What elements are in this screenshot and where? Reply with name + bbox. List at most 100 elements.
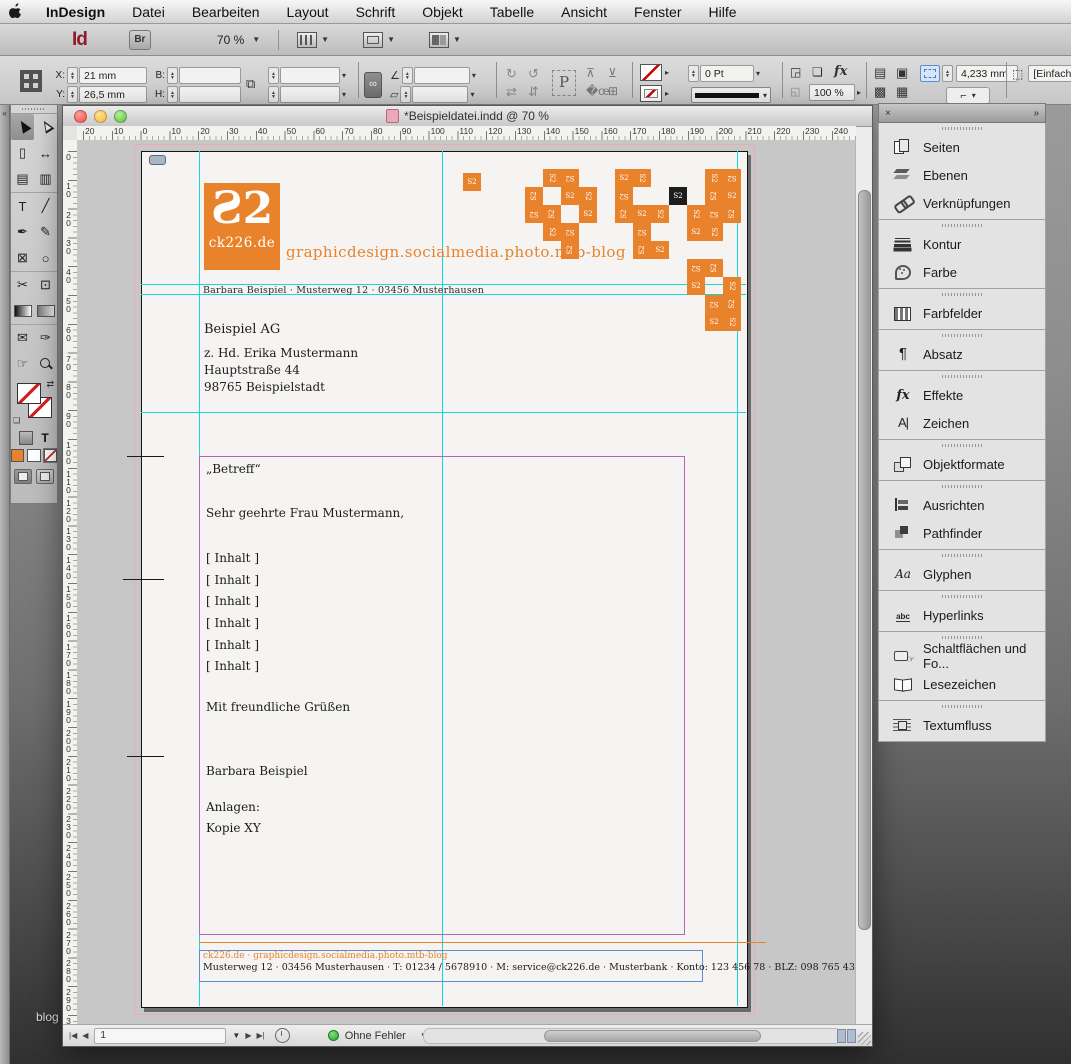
window-resize-grip[interactable] [858, 1032, 871, 1045]
center-content-button[interactable]: P [552, 70, 576, 96]
panel-item-pages[interactable]: Seiten [879, 133, 1045, 161]
stepper-icon[interactable]: ▲▼ [942, 65, 953, 82]
collapse-left-icon[interactable]: « [0, 105, 9, 118]
stroke-swatch-control[interactable]: ▸ [640, 85, 669, 102]
direct-selection-tool[interactable] [34, 114, 57, 140]
fit-frame-to-content-icon[interactable]: ⊻ [608, 66, 617, 80]
opacity-field[interactable]: 100 % ▸ [808, 84, 861, 101]
panel-item-swatches[interactable]: Farbfelder [879, 299, 1045, 327]
pen-tool[interactable]: ✒ [11, 219, 34, 245]
gradient-tool[interactable] [11, 298, 34, 324]
constrain-proportions-icon[interactable]: ⧉ [246, 76, 255, 92]
rotation-angle-field[interactable]: ∠ ▲▼ ▾ [390, 67, 476, 84]
flip-vertical-icon[interactable]: ⇵ [528, 84, 539, 100]
effects-icon[interactable]: fx [834, 64, 847, 79]
x-value[interactable]: 21 mm [79, 67, 147, 84]
corner-size-value[interactable]: 4,233 mm [956, 65, 1018, 82]
stepper-icon[interactable]: ▲▼ [67, 86, 78, 103]
menu-item-datei[interactable]: Datei [132, 4, 165, 20]
drop-shadow-icon[interactable]: ❏ [812, 65, 823, 79]
panel-group-grip[interactable] [879, 289, 1045, 299]
panel-item-character[interactable]: Zeichen [879, 409, 1045, 437]
bridge-button[interactable]: Br [129, 30, 151, 50]
panel-item-color[interactable]: Farbe [879, 258, 1045, 286]
stepper-icon[interactable]: ▲▼ [400, 86, 411, 103]
width-value[interactable] [179, 67, 241, 84]
fit-content-proportionally-icon[interactable]: ⊼ [586, 66, 595, 80]
corner-shape-dropdown[interactable]: ⌐ ▾ [946, 87, 990, 104]
gradient-feather-tool[interactable] [34, 298, 57, 324]
height-value[interactable] [179, 86, 241, 103]
wrap-bounding-box-icon[interactable]: ▣ [896, 65, 908, 81]
x-position-field[interactable]: X: ▲▼ 21 mm [52, 67, 147, 84]
panel-group-grip[interactable] [879, 440, 1045, 450]
stepper-icon[interactable]: ▲▼ [688, 65, 699, 82]
panel-item-effects[interactable]: Effekte [879, 381, 1045, 409]
fill-swatch-control[interactable]: ▸ [640, 64, 669, 81]
menu-item-tabelle[interactable]: Tabelle [490, 4, 534, 20]
height-field[interactable]: H: ▲▼ [152, 86, 241, 103]
stepper-icon[interactable]: ▲▼ [268, 67, 279, 84]
content-placer-tool[interactable]: ▥ [34, 166, 57, 192]
note-tool[interactable]: ✉ [11, 325, 34, 351]
stepper-icon[interactable]: ▲▼ [167, 86, 178, 103]
wrap-jump-icon[interactable]: ▦ [896, 84, 908, 100]
stroke-style-dropdown[interactable]: ▾ [691, 87, 771, 103]
default-fill-stroke-icon[interactable]: ❏ [13, 416, 20, 425]
dock-close-icon[interactable]: × [885, 108, 891, 119]
y-value[interactable]: 26,5 mm [79, 86, 147, 103]
wrap-off-icon[interactable]: ▤ [874, 65, 886, 81]
zoom-level-dropdown[interactable]: 70 % ▼ [217, 33, 260, 47]
ellipse-tool[interactable]: ○ [34, 245, 57, 271]
next-page-icon[interactable]: ▶ [245, 1031, 251, 1040]
content-collector-tool[interactable]: ▤ [11, 166, 34, 192]
opacity-value[interactable]: 100 % [809, 84, 855, 101]
type-tool[interactable]: T [11, 193, 34, 219]
panel-item-bookmarks[interactable]: Lesezeichen [879, 670, 1045, 698]
panel-item-links[interactable]: Verknüpfungen [879, 189, 1045, 217]
normal-view-button[interactable] [14, 469, 32, 484]
apply-gradient-button[interactable] [27, 449, 40, 462]
panel-item-hyperlinks[interactable]: Hyperlinks [879, 601, 1045, 629]
menu-item-fenster[interactable]: Fenster [634, 4, 681, 20]
previous-page-icon[interactable]: ◀ [82, 1031, 88, 1040]
shear-angle-value[interactable] [412, 86, 468, 103]
panel-group-grip[interactable] [879, 591, 1045, 601]
line-tool[interactable]: ╱ [34, 193, 57, 219]
first-page-icon[interactable]: |◀ [69, 1031, 77, 1040]
rotation-angle-value[interactable] [414, 67, 470, 84]
panel-item-buttons[interactable]: Schaltflächen und Fo... [879, 642, 1045, 670]
panel-group-grip[interactable] [879, 123, 1045, 133]
swap-fill-stroke-icon[interactable]: ⇄ [46, 379, 54, 390]
reference-point-proxy[interactable] [20, 70, 42, 92]
vertical-ruler[interactable]: 01 02 03 04 05 06 07 08 09 01 0 01 1 01 … [63, 140, 78, 1025]
object-style-field[interactable]: ⬚ [Einfach [1012, 65, 1071, 82]
panel-group-grip[interactable] [879, 371, 1045, 381]
panel-group-grip[interactable] [879, 220, 1045, 230]
apple-icon[interactable] [0, 3, 30, 21]
scale-y-value[interactable] [280, 86, 340, 103]
address-block[interactable]: Beispiel AGz. Hd. Erika MustermannHaupts… [204, 322, 358, 397]
panel-item-objstyles[interactable]: Objektformate [879, 450, 1045, 478]
rotate-ccw-icon[interactable]: ↺ [528, 66, 539, 82]
panel-item-glyphs[interactable]: Glyphen [879, 560, 1045, 588]
panel-item-textwrap[interactable]: Textumfluss [879, 711, 1045, 739]
horizontal-ruler[interactable]: 2010010203040506070809010011012013014015… [77, 126, 856, 141]
arrange-documents-button[interactable]: ▼ [429, 32, 461, 48]
free-transform-tool[interactable]: ⊡ [34, 272, 57, 298]
menu-item-schrift[interactable]: Schrift [356, 4, 396, 20]
stepper-icon[interactable]: ▲▼ [167, 67, 178, 84]
scale-x-field[interactable]: ▲▼ ▾ [268, 67, 346, 84]
hand-tool[interactable]: ☞ [11, 351, 34, 377]
formatting-affects-container-icon[interactable] [19, 431, 33, 445]
width-field[interactable]: B: ▲▼ [152, 67, 241, 84]
wrap-object-shape-icon[interactable]: ▩ [874, 84, 886, 100]
object-style-value[interactable]: [Einfach [1028, 65, 1071, 82]
page-menu-icon[interactable]: ▼ [232, 1031, 240, 1040]
body-text-frame[interactable] [199, 456, 685, 935]
page-tool[interactable]: ▯ [11, 140, 34, 166]
corner-options-icon[interactable]: ◲ [790, 65, 801, 79]
screen-mode-button[interactable]: ▼ [363, 32, 395, 48]
menu-item-layout[interactable]: Layout [287, 4, 329, 20]
vertical-scrollbar[interactable] [855, 140, 872, 1025]
